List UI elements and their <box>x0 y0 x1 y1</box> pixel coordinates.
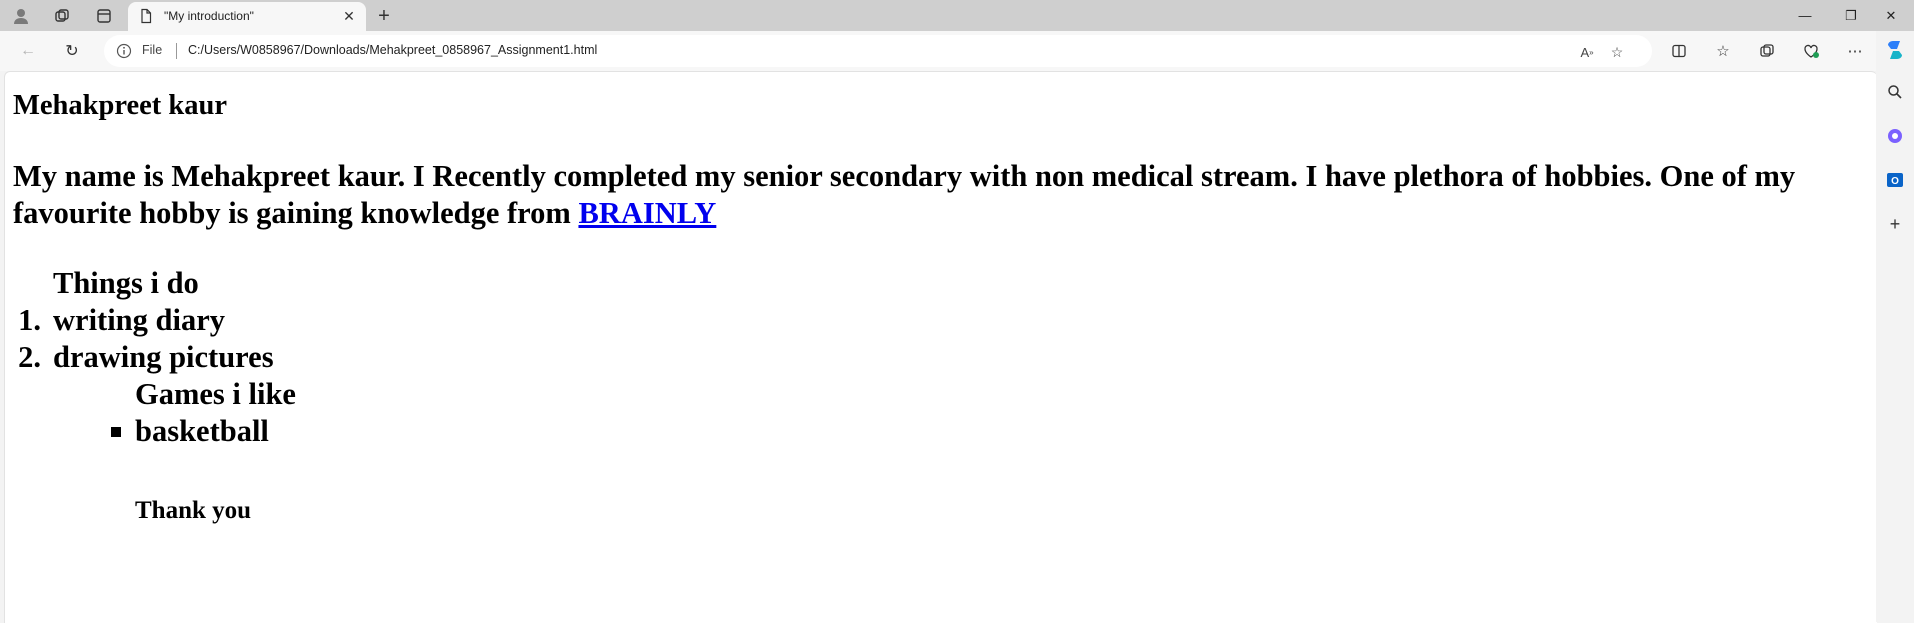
tab-title: "My introduction" <box>164 9 254 23</box>
browser-tab[interactable]: "My introduction" ✕ <box>128 2 366 31</box>
page-icon <box>138 8 154 24</box>
profile-icon[interactable] <box>10 5 32 27</box>
tab-actions-icon[interactable] <box>93 5 115 27</box>
outlook-icon[interactable]: O <box>1884 169 1906 191</box>
intro-paragraph: My name is Mehakpreet kaur. I Recently c… <box>13 158 1863 232</box>
minimize-icon[interactable]: — <box>1782 0 1828 31</box>
plus-icon[interactable]: + <box>1884 213 1906 235</box>
list-marker: 1. <box>18 303 41 337</box>
info-icon[interactable] <box>116 43 132 59</box>
address-divider <box>176 43 177 59</box>
more-icon[interactable]: ⋯ <box>1844 40 1866 62</box>
edge-sidebar: O + <box>1876 31 1914 622</box>
read-aloud-icon[interactable]: A» <box>1576 41 1598 63</box>
split-screen-icon[interactable] <box>1668 40 1690 62</box>
list-item-text: drawing pictures <box>53 340 274 374</box>
scheme-label: File <box>142 43 163 57</box>
list-marker: 2. <box>18 340 41 374</box>
back-arrow-icon[interactable]: ← <box>14 37 42 65</box>
plus-icon[interactable]: + <box>372 4 396 28</box>
favorites-icon[interactable]: ☆ <box>1712 40 1734 62</box>
copilot-icon[interactable] <box>1884 39 1906 61</box>
close-icon[interactable]: ✕ <box>340 7 358 25</box>
brainly-link[interactable]: BRAINLY <box>578 196 716 230</box>
url-text[interactable]: C:/Users/W0858967/Downloads/Mehakpreet_0… <box>188 43 597 57</box>
sidebar-app-icon[interactable] <box>1884 125 1906 147</box>
svg-text:O: O <box>1891 176 1899 187</box>
search-icon[interactable] <box>1884 81 1906 103</box>
star-icon[interactable]: ☆ <box>1606 41 1628 63</box>
intro-text: My name is Mehakpreet kaur. I Recently c… <box>13 159 1796 230</box>
page-heading: Mehakpreet kaur <box>13 90 228 121</box>
address-bar[interactable]: File C:/Users/W0858967/Downloads/Mehakpr… <box>104 35 1652 67</box>
closing-text: Thank you <box>135 497 252 524</box>
title-bar: "My introduction" ✕ + — ❐ ✕ <box>0 0 1914 31</box>
workspaces-icon[interactable] <box>51 5 73 27</box>
refresh-icon[interactable]: ↻ <box>58 37 86 65</box>
browser-toolbar: ← ↻ File C:/Users/W0858967/Downloads/Meh… <box>0 31 1914 71</box>
games-heading: Games i like <box>135 377 296 411</box>
heart-pulse-icon[interactable] <box>1800 40 1822 62</box>
page-viewport: Mehakpreet kaur My name is Mehakpreet ka… <box>4 71 1877 623</box>
collections-icon[interactable] <box>1756 40 1778 62</box>
things-heading: Things i do <box>53 266 199 300</box>
square-bullet-icon <box>111 427 121 437</box>
list-item-text: basketball <box>135 414 269 448</box>
list-item-text: writing diary <box>53 303 225 337</box>
close-window-icon[interactable]: ✕ <box>1868 0 1914 31</box>
